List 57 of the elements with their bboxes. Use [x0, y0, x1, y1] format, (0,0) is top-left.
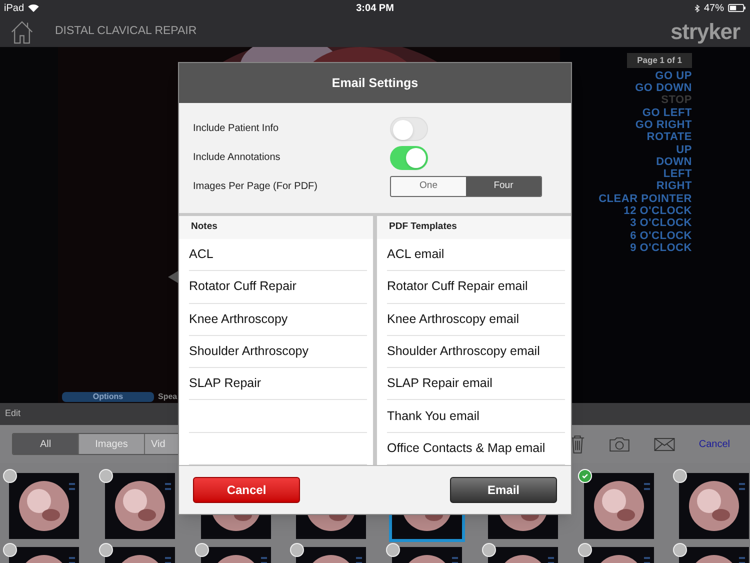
- battery-percent: 47%: [704, 2, 724, 16]
- template-item[interactable]: Knee Arthroscopy email: [387, 310, 520, 329]
- setting-label: Images Per Page (For PDF): [193, 180, 318, 194]
- setting-label: Include Patient Info: [193, 122, 280, 136]
- camera-icon[interactable]: [608, 436, 630, 452]
- setting-label: Include Annotations: [193, 151, 282, 165]
- toggle-switch[interactable]: [390, 116, 428, 140]
- wifi-icon: [28, 4, 40, 12]
- home-icon[interactable]: [10, 18, 34, 44]
- voice-command[interactable]: DOWN: [656, 156, 692, 168]
- template-item[interactable]: SLAP Repair email: [387, 374, 492, 394]
- template-item[interactable]: Shoulder Arthroscopy email: [387, 342, 540, 361]
- note-item[interactable]: SLAP Repair: [189, 374, 262, 394]
- voice-command[interactable]: GO UP: [655, 70, 692, 82]
- voice-command[interactable]: RIGHT: [656, 180, 692, 193]
- trash-icon[interactable]: [570, 434, 585, 454]
- template-item[interactable]: Rotator Cuff Repair email: [387, 277, 528, 296]
- page-title: DISTAL CLAVICAL REPAIR: [55, 24, 197, 39]
- voice-command[interactable]: CLEAR POINTER: [598, 192, 692, 206]
- cancel-button[interactable]: Cancel: [193, 477, 300, 503]
- voice-command[interactable]: ROTATE: [646, 131, 692, 144]
- note-item[interactable]: Knee Arthroscopy: [189, 310, 288, 329]
- bluetooth-icon: [695, 4, 700, 12]
- column-heading: Notes: [191, 220, 218, 234]
- template-item[interactable]: Office Contacts & Map email: [387, 438, 546, 458]
- dialog-title: Email Settings: [332, 74, 418, 92]
- device-name: iPad: [4, 2, 24, 16]
- email-button[interactable]: Email: [450, 477, 557, 503]
- segment-option[interactable]: One: [391, 177, 466, 196]
- voice-command[interactable]: GO LEFT: [642, 106, 692, 119]
- voice-command[interactable]: GO DOWN: [635, 82, 692, 94]
- stryker-logo: stryker: [670, 20, 740, 42]
- note-item[interactable]: ACL: [189, 245, 214, 264]
- note-item[interactable]: Rotator Cuff Repair: [189, 277, 296, 296]
- options-tab[interactable]: Spea: [158, 392, 178, 402]
- voice-command[interactable]: UP: [676, 144, 692, 156]
- edit-label: Edit: [5, 407, 21, 420]
- voice-command[interactable]: GO RIGHT: [635, 118, 692, 132]
- options-tab[interactable]: Options: [62, 392, 154, 402]
- voice-command[interactable]: LEFT: [663, 168, 692, 180]
- filter-tab[interactable]: All: [13, 434, 79, 454]
- voice-command[interactable]: 3 O'CLOCK: [630, 217, 692, 230]
- page-indicator: Page 1 of 1: [627, 53, 692, 68]
- note-item[interactable]: Shoulder Arthroscopy: [189, 342, 309, 361]
- voice-command[interactable]: 12 O'CLOCK: [624, 205, 692, 218]
- toggle-switch[interactable]: [390, 146, 428, 170]
- battery-icon: [728, 4, 746, 12]
- template-item[interactable]: ACL email: [387, 245, 444, 264]
- segment-option[interactable]: Four: [466, 177, 541, 196]
- clock: 3:04 PM: [356, 2, 394, 16]
- voice-command[interactable]: 6 O'CLOCK: [630, 230, 692, 242]
- voice-command[interactable]: 9 O'CLOCK: [630, 242, 692, 254]
- mail-icon[interactable]: [654, 438, 675, 450]
- checkmark-icon[interactable]: [578, 469, 592, 483]
- cancel-link[interactable]: Cancel: [698, 436, 730, 452]
- column-heading: PDF Templates: [389, 220, 457, 234]
- template-item[interactable]: Thank You email: [387, 406, 480, 426]
